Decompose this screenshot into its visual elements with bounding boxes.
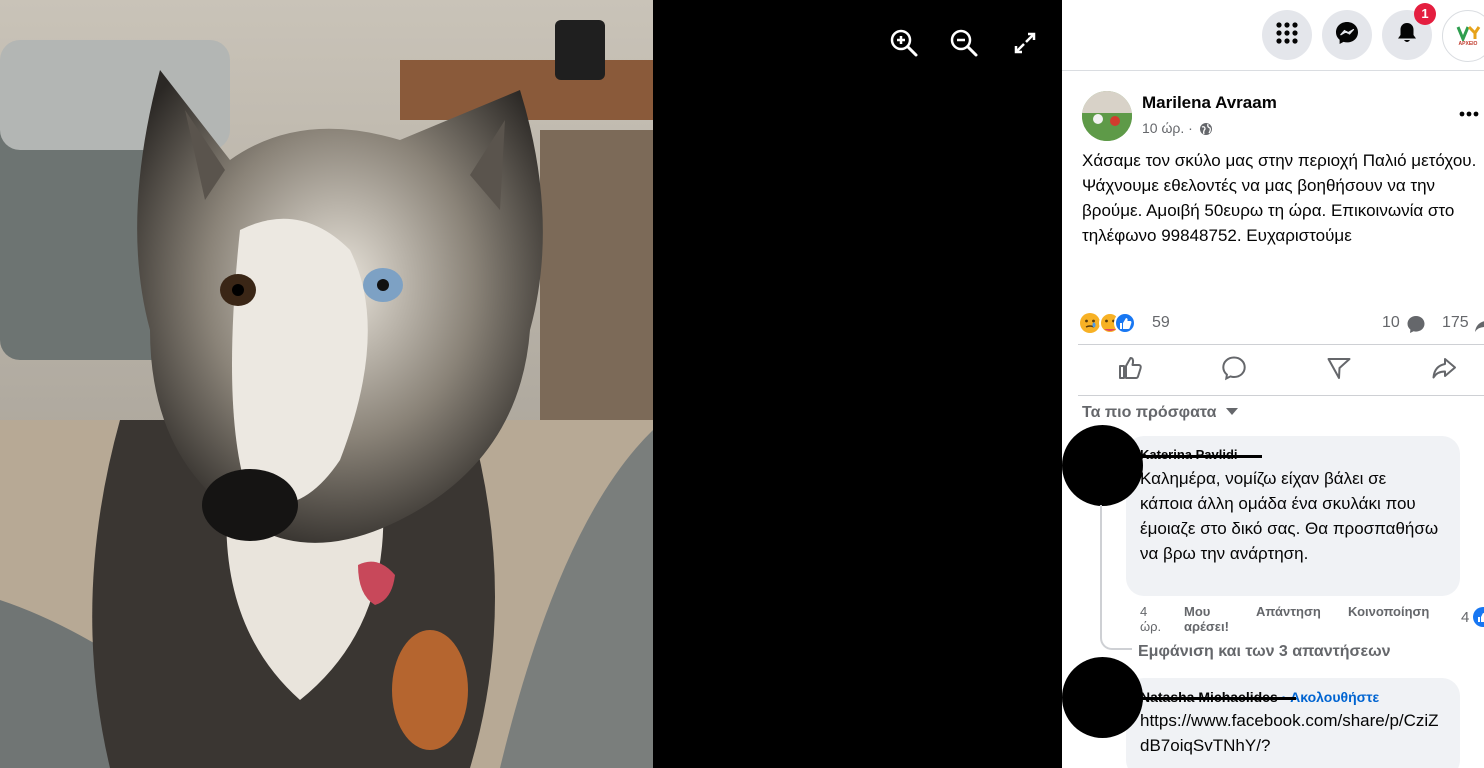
messenger-icon — [1334, 20, 1360, 51]
comment-share-link[interactable]: Κοινοποίηση — [1348, 604, 1429, 619]
comment-author[interactable]: Katerina Pavlidi — [1140, 447, 1262, 462]
comment-reply-link[interactable]: Απάντηση — [1256, 604, 1321, 619]
share-icon — [1431, 355, 1457, 386]
fullscreen-icon[interactable] — [1008, 26, 1042, 60]
author-strike — [1140, 455, 1262, 458]
author-strike-2 — [1140, 697, 1296, 700]
post-timestamp: 10 ώρ. · — [1142, 120, 1213, 139]
redacted-avatar — [1062, 425, 1143, 506]
bell-icon — [1395, 21, 1419, 50]
follow-link[interactable]: · Ακολουθήστε — [1282, 689, 1379, 705]
actions-divider-bottom — [1078, 395, 1484, 396]
comment-time[interactable]: 4 ώρ. — [1140, 604, 1170, 634]
profile-logo-text: ΑΡΧΕΙΟ — [1458, 41, 1478, 47]
share-button[interactable] — [1424, 352, 1464, 388]
comment-like-link[interactable]: Μου αρέσει! — [1184, 604, 1244, 634]
dog-photo-graphic — [0, 0, 653, 768]
menu-grid-button[interactable] — [1262, 10, 1312, 60]
post-time-text[interactable]: 10 ώρ. · — [1142, 120, 1193, 136]
send-button[interactable] — [1319, 352, 1359, 388]
top-nav: 1 ΑΡΧΕΙΟ — [1062, 0, 1484, 71]
reply-thread-line — [1100, 505, 1132, 650]
photo-viewer — [0, 0, 1062, 768]
post-options-icon[interactable] — [1456, 104, 1484, 124]
post-body-text: Χάσαμε τον σκύλο μας στην περιοχή Παλιό … — [1082, 151, 1477, 245]
comments-count[interactable]: 10 — [1382, 314, 1400, 332]
like-button[interactable] — [1110, 352, 1150, 388]
redacted-avatar-2 — [1062, 657, 1143, 738]
reaction-icons[interactable] — [1078, 310, 1136, 336]
post-author-name[interactable]: Marilena Avraam — [1142, 93, 1277, 113]
zoom-in-icon[interactable] — [887, 26, 921, 60]
reactions-count[interactable]: 59 — [1152, 314, 1170, 332]
messenger-button[interactable] — [1322, 10, 1372, 60]
sort-label: Τα πιο πρόσφατα — [1082, 404, 1217, 421]
comment-icon — [1221, 355, 1247, 386]
grid-icon — [1275, 21, 1299, 50]
comment-count-icon — [1406, 314, 1426, 339]
logo-mark-icon — [1456, 25, 1481, 41]
shares-count[interactable]: 175 — [1442, 314, 1469, 332]
comment-likes-count[interactable]: 4 — [1461, 610, 1469, 625]
actions-divider-top — [1078, 344, 1484, 345]
comment-text: Καλημέρα, νομίζω είχαν βάλει σε κάποια ά… — [1140, 469, 1439, 563]
notifications-button[interactable]: 1 — [1382, 3, 1436, 60]
author-avatar[interactable] — [1082, 91, 1132, 141]
profile-avatar[interactable]: ΑΡΧΕΙΟ — [1442, 10, 1484, 62]
view-replies-link[interactable]: Εμφάνιση και των 3 απαντήσεων — [1138, 643, 1391, 661]
send-icon — [1326, 355, 1352, 386]
notification-badge: 1 — [1414, 3, 1436, 25]
caret-down-icon — [1225, 403, 1239, 421]
comment-button[interactable] — [1214, 352, 1254, 388]
like-icon — [1117, 355, 1143, 386]
comment-like-icon — [1472, 606, 1484, 633]
comment-link-text[interactable]: https://www.facebook.com/share/p/CziZdB7… — [1140, 708, 1446, 758]
zoom-out-icon[interactable] — [947, 26, 981, 60]
share-count-icon — [1474, 314, 1484, 339]
comment-sort-dropdown[interactable]: Τα πιο πρόσφατα — [1082, 403, 1239, 422]
globe-icon — [1199, 122, 1213, 139]
comment-author-2: Natasha Michaelides · Ακολουθήστε — [1140, 689, 1379, 705]
post-sidebar: 1 ΑΡΧΕΙΟ Marilena Avraam 10 ώρ. · Χάσαμε… — [1062, 0, 1484, 768]
profile-logo: ΑΡΧΕΙΟ — [1455, 25, 1481, 47]
dog-photo — [0, 0, 653, 768]
